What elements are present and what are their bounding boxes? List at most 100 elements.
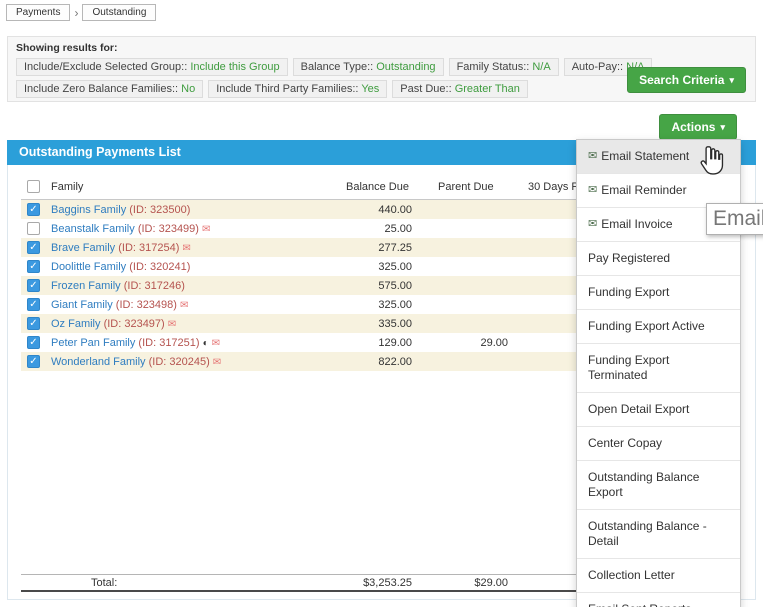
menu-item-label: Pay Registered <box>588 251 671 265</box>
row-checkbox-cell: ✓ <box>21 241 51 254</box>
row-checkbox-cell: ✓ <box>21 260 51 273</box>
menu-item-label: Funding Export <box>588 285 670 299</box>
menu-item-collection-letter[interactable]: Collection Letter <box>577 558 740 592</box>
family-link[interactable]: Doolittle Family (ID: 320241) <box>51 261 190 273</box>
balance-due-value: 129.00 <box>378 336 412 349</box>
family-link[interactable]: Baggins Family (ID: 323500) <box>51 204 190 216</box>
email-icon: ✉ <box>588 218 598 230</box>
envelope-icon[interactable]: ✉ <box>212 338 220 349</box>
menu-item-label: Collection Letter <box>588 568 675 582</box>
family-link[interactable]: Peter Pan Family (ID: 317251) <box>51 337 200 349</box>
menu-item-label: Open Detail Export <box>588 402 690 416</box>
family-link[interactable]: Brave Family (ID: 317254) <box>51 242 179 254</box>
menu-item-label: Email Sent Reports <box>588 602 691 607</box>
row-checkbox-cell <box>21 222 51 235</box>
menu-item-funding-export-terminated[interactable]: Funding Export Terminated <box>577 343 740 392</box>
filter-chip-label: Balance Type:: <box>300 61 377 73</box>
family-cell: Peter Pan Family (ID: 317251) ◐ ✉ <box>51 337 336 349</box>
filter-chip-value: No <box>181 83 196 95</box>
menu-item-email-reminder[interactable]: ✉ Email Reminder <box>577 173 740 207</box>
row-checkbox[interactable]: ✓ <box>27 260 40 273</box>
header-checkbox-cell <box>21 180 51 193</box>
menu-item-outstanding-balance-detail[interactable]: Outstanding Balance - Detail <box>577 509 740 558</box>
menu-item-funding-export[interactable]: Funding Export <box>577 275 740 309</box>
menu-item-outstanding-balance-export[interactable]: Outstanding Balance Export <box>577 460 740 509</box>
balance-due-value: 822.00 <box>378 355 412 368</box>
family-id: (ID: 317246) <box>123 279 185 292</box>
filter-chip-label: Auto-Pay:: <box>571 61 627 73</box>
envelope-icon[interactable]: ✉ <box>213 357 221 368</box>
hand-cursor-icon <box>700 146 724 175</box>
row-checkbox[interactable]: ✓ <box>27 279 40 292</box>
column-header-family[interactable]: Family <box>51 181 336 193</box>
envelope-icon[interactable]: ✉ <box>180 300 188 311</box>
email-icon: ✉ <box>588 150 598 162</box>
family-link[interactable]: Wonderland Family (ID: 320245) <box>51 356 210 368</box>
menu-item-email-sent-reports[interactable]: Email Sent Reports <box>577 592 740 607</box>
family-link[interactable]: Giant Family (ID: 323498) <box>51 299 177 311</box>
column-header-balance-due[interactable]: Balance Due <box>336 181 428 193</box>
envelope-icon[interactable]: ✉ <box>182 243 190 254</box>
family-link[interactable]: Beanstalk Family (ID: 323499) <box>51 223 199 235</box>
menu-item-label: Outstanding Balance - Detail <box>588 519 707 548</box>
breadcrumb-item-payments[interactable]: Payments <box>6 4 71 21</box>
search-criteria-button-label: Search Criteria <box>639 73 725 87</box>
filter-chip-include-exclude-selected-group: Include/Exclude Selected Group:: Include… <box>16 58 288 76</box>
filters-panel: Showing results for: Include/Exclude Sel… <box>7 36 756 102</box>
balance-due-value: 325.00 <box>378 260 412 273</box>
actions-button[interactable]: Actions ▾ <box>659 114 737 140</box>
email-tooltip: Email <box>706 203 763 235</box>
family-id: (ID: 320241) <box>129 260 191 273</box>
family-cell: Frozen Family (ID: 317246) <box>51 280 336 292</box>
total-balance-due: $3,253.25 <box>363 576 412 589</box>
menu-item-label: Center Copay <box>588 436 663 450</box>
breadcrumb: Payments › Outstanding <box>6 4 157 21</box>
envelope-icon[interactable]: ✉ <box>168 319 176 330</box>
family-cell: Beanstalk Family (ID: 323499) ✉ <box>51 223 336 235</box>
envelope-icon[interactable]: ✉ <box>202 224 210 235</box>
panel-title: Outstanding Payments List <box>19 145 181 159</box>
menu-item-funding-export-active[interactable]: Funding Export Active <box>577 309 740 343</box>
half-circle-icon: ◐ <box>202 337 209 349</box>
row-checkbox-cell: ✓ <box>21 279 51 292</box>
select-all-checkbox[interactable] <box>27 180 40 193</box>
filter-chip-value: N/A <box>532 61 551 73</box>
family-cell: Oz Family (ID: 323497) ✉ <box>51 318 336 330</box>
menu-item-pay-registered[interactable]: Pay Registered <box>577 241 740 275</box>
family-cell: Baggins Family (ID: 323500) <box>51 204 336 216</box>
balance-due-value: 277.25 <box>378 241 412 254</box>
email-tooltip-text: Email <box>713 207 763 230</box>
total-parent-due: $29.00 <box>474 576 508 589</box>
family-link[interactable]: Oz Family (ID: 323497) <box>51 318 165 330</box>
row-checkbox-cell: ✓ <box>21 336 51 349</box>
row-checkbox[interactable]: ✓ <box>27 317 40 330</box>
filter-chip-value: Greater Than <box>454 83 520 95</box>
filter-chip-value: Include this Group <box>190 61 280 73</box>
family-link[interactable]: Frozen Family (ID: 317246) <box>51 280 185 292</box>
family-id: (ID: 323500) <box>129 203 191 216</box>
filter-chip-value: Yes <box>361 83 380 95</box>
menu-item-label: Email Statement <box>601 149 690 163</box>
column-header-parent-due[interactable]: Parent Due <box>428 181 528 193</box>
menu-item-label: Funding Export Active <box>588 319 705 333</box>
row-checkbox[interactable]: ✓ <box>27 241 40 254</box>
filter-chip-label: Past Due:: <box>400 83 455 95</box>
row-checkbox[interactable]: ✓ <box>27 298 40 311</box>
menu-item-open-detail-export[interactable]: Open Detail Export <box>577 392 740 426</box>
row-checkbox[interactable] <box>27 222 40 235</box>
row-checkbox[interactable]: ✓ <box>27 203 40 216</box>
family-id: (ID: 323499) <box>137 222 199 235</box>
row-checkbox[interactable]: ✓ <box>27 355 40 368</box>
menu-item-label: Email Reminder <box>601 183 687 197</box>
balance-due-value: 25.00 <box>384 222 412 235</box>
search-criteria-button[interactable]: Search Criteria ▾ <box>627 67 746 93</box>
family-cell: Doolittle Family (ID: 320241) <box>51 261 336 273</box>
family-id: (ID: 317254) <box>118 241 180 254</box>
filter-chip-label: Family Status:: <box>456 61 533 73</box>
row-checkbox[interactable]: ✓ <box>27 336 40 349</box>
filter-chip-label: Include Third Party Families:: <box>216 83 362 95</box>
menu-item-center-copay[interactable]: Center Copay <box>577 426 740 460</box>
row-checkbox-cell: ✓ <box>21 203 51 216</box>
family-cell: Wonderland Family (ID: 320245) ✉ <box>51 356 336 368</box>
breadcrumb-item-outstanding[interactable]: Outstanding <box>82 4 157 21</box>
